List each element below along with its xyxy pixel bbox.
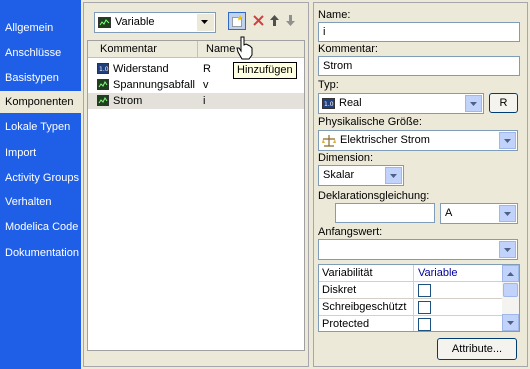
sidebar-item-modelica-code[interactable]: Modelica Code (0, 216, 81, 238)
physical-quantity-value: Elektrischer Strom (340, 134, 430, 146)
unit-select[interactable]: A (440, 203, 518, 224)
component-type-value: Variable (115, 16, 155, 28)
type-label: Typ: (318, 79, 339, 91)
sidebar-item-komponenten[interactable]: Komponenten (0, 91, 81, 113)
initial-value-label: Anfangswert: (318, 226, 383, 238)
row-name: v (203, 79, 209, 91)
arrow-up-icon (270, 15, 279, 26)
property-value-cell[interactable] (413, 299, 503, 316)
scale-icon (322, 135, 336, 147)
sidebar-item-basistypen[interactable]: Basistypen (0, 67, 81, 89)
protected-checkbox[interactable] (418, 318, 431, 331)
real-type-icon: 1.0 (322, 98, 335, 109)
sidebar-item-verhalten[interactable]: Verhalten (0, 191, 81, 213)
column-header-comment[interactable]: Kommentar (88, 41, 198, 58)
arrow-down-icon (286, 15, 295, 26)
row-comment: Strom (113, 95, 143, 107)
table-row[interactable]: Spannungsabfall v (88, 77, 304, 93)
property-row[interactable]: Diskret (319, 282, 503, 299)
column-header-name-label: Name (206, 43, 236, 55)
type-value: Real (339, 97, 362, 109)
property-value-cell[interactable]: Variable (413, 265, 503, 282)
sidebar-item-dokumentation[interactable]: Dokumentation (0, 242, 81, 264)
sidebar-item-lokale-typen[interactable]: Lokale Typen (0, 116, 81, 138)
svg-text:1.0: 1.0 (99, 66, 109, 73)
properties-table[interactable]: Variabilität Variable Diskret Schreibges… (318, 264, 520, 332)
column-header-comment-label: Kommentar (100, 43, 157, 55)
chevron-down-icon[interactable] (465, 95, 482, 112)
svg-text:1.0: 1.0 (324, 101, 334, 108)
variable-icon (97, 95, 109, 106)
physical-quantity-label: Physikalische Größe: (318, 116, 422, 128)
tooltip: Hinzufügen (233, 62, 297, 79)
properties-scrollbar[interactable] (502, 265, 519, 331)
variable-icon: 1.0 (97, 63, 109, 74)
comment-field[interactable]: Strom (318, 56, 520, 76)
chevron-down-icon[interactable] (197, 14, 214, 31)
property-name: Schreibgeschützt (322, 301, 407, 313)
property-name: Variabilität (322, 267, 373, 279)
declaration-equation-label: Deklarationsgleichung: (318, 190, 430, 202)
property-row[interactable]: Protected (319, 316, 503, 331)
chevron-up-icon (507, 272, 514, 276)
property-value-cell[interactable] (413, 282, 503, 299)
move-down-button[interactable] (282, 12, 300, 30)
name-label: Name: (318, 9, 351, 21)
hand-cursor-icon (236, 36, 253, 60)
property-row[interactable]: Schreibgeschützt (319, 299, 503, 316)
variability-value: Variable (418, 267, 458, 279)
variable-icon (97, 79, 109, 90)
sidebar-item-allgemein[interactable]: Allgemein (0, 17, 81, 39)
chevron-down-icon[interactable] (499, 205, 516, 222)
row-comment: Widerstand (113, 63, 169, 75)
dimension-value: Skalar (323, 169, 355, 181)
declaration-equation-field[interactable] (335, 203, 435, 223)
variable-icon (98, 17, 111, 28)
add-icon (232, 15, 243, 27)
chevron-down-icon[interactable] (499, 132, 516, 149)
table-row[interactable]: Strom i (88, 93, 304, 109)
comment-label: Kommentar: (318, 43, 378, 55)
property-row[interactable]: Variabilität Variable (319, 265, 503, 282)
chevron-down-icon[interactable] (385, 167, 402, 184)
name-field[interactable]: i (318, 22, 520, 42)
chevron-down-icon[interactable] (499, 241, 516, 258)
delete-icon (253, 15, 264, 26)
type-select[interactable]: 1.0 Real (318, 93, 484, 114)
attributes-button[interactable]: Attribute... (437, 338, 517, 360)
physical-quantity-select[interactable]: Elektrischer Strom (318, 130, 518, 151)
row-name: i (203, 95, 206, 107)
initial-value-select[interactable] (318, 239, 518, 260)
row-name: R (203, 63, 211, 75)
chevron-down-icon (507, 321, 514, 325)
scroll-down-button[interactable] (502, 314, 519, 331)
add-button[interactable] (228, 12, 246, 30)
sidebar-item-import[interactable]: Import (0, 142, 81, 164)
scroll-thumb[interactable] (503, 283, 518, 297)
property-name: Diskret (322, 284, 357, 296)
type-browse-button[interactable]: R (489, 93, 518, 113)
unit-value: A (445, 207, 453, 219)
diskret-checkbox[interactable] (418, 284, 431, 297)
sidebar: Allgemein Anschlüsse Basistypen Komponen… (0, 0, 81, 369)
readonly-checkbox[interactable] (418, 301, 431, 314)
scroll-up-button[interactable] (502, 265, 519, 282)
sidebar-item-anschluesse[interactable]: Anschlüsse (0, 42, 81, 64)
sidebar-item-activity-groups[interactable]: Activity Groups (0, 167, 81, 189)
property-name: Protected (322, 318, 370, 330)
dimension-select[interactable]: Skalar (318, 165, 404, 186)
components-list[interactable]: Kommentar Name 1.0 Widerstand R Spannung… (87, 40, 305, 351)
row-comment: Spannungsabfall (113, 79, 195, 91)
component-type-combo[interactable]: Variable (94, 12, 216, 33)
dimension-label: Dimension: (318, 152, 374, 164)
property-value-cell[interactable] (413, 316, 503, 331)
